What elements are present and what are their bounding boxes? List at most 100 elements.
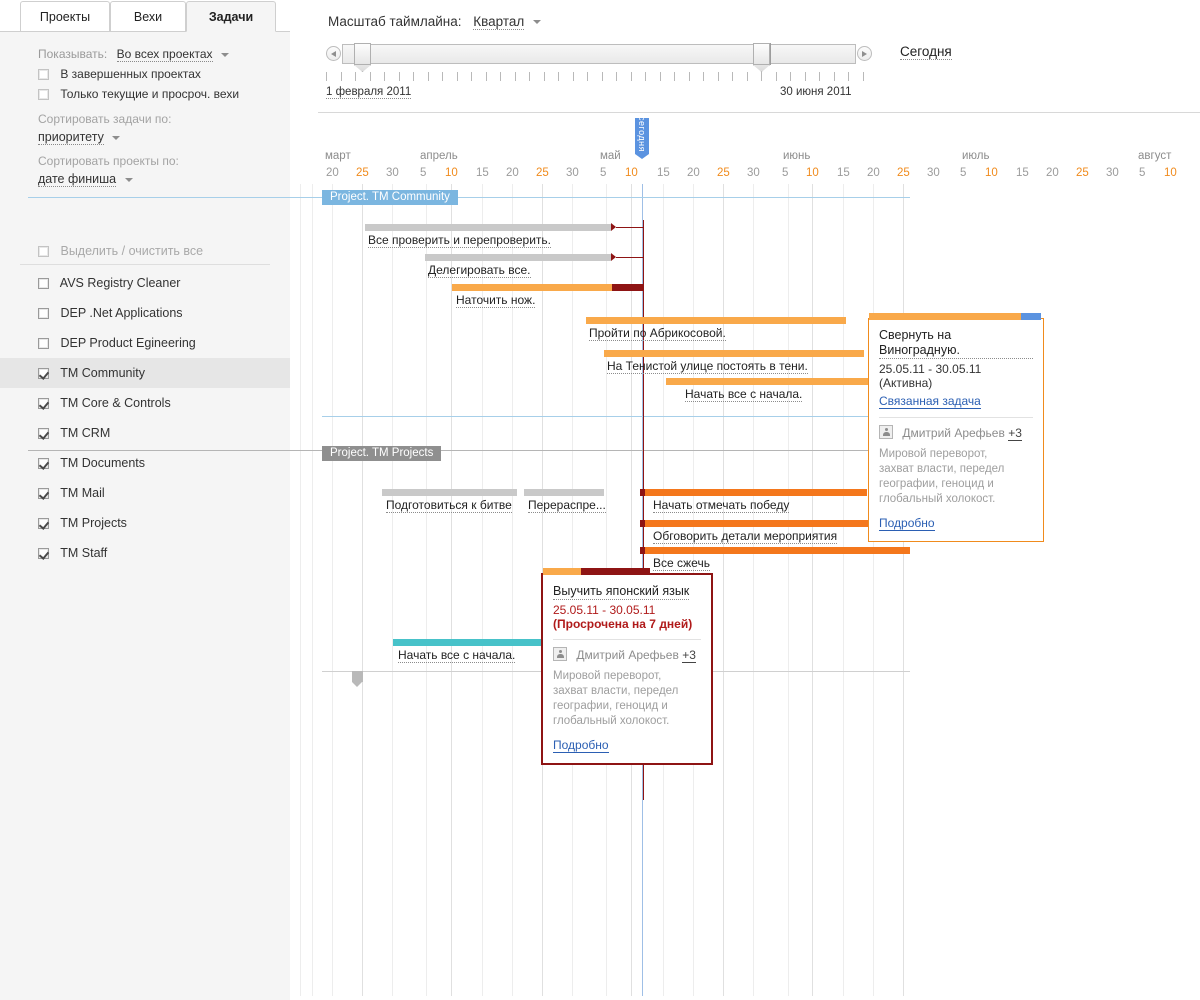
task-label[interactable]: Перераспре... [528, 498, 606, 513]
popup-details-link[interactable]: Подробно [879, 516, 935, 531]
task-label[interactable]: Начать отмечать победу [653, 498, 790, 513]
tab-bar: Проекты Вехи Задачи [0, 0, 290, 32]
popup-title[interactable]: Выучить японский язык [553, 584, 690, 600]
group-header-tm-community[interactable]: Project. TM Community [322, 190, 458, 205]
day-label: 25 [1076, 167, 1089, 179]
month-ruler: март апрель май июнь июль август [0, 150, 1171, 164]
tab-tasks[interactable]: Задачи [186, 1, 276, 32]
completed-projects-row[interactable]: В завершенных проектах [0, 64, 290, 84]
chevron-down-icon[interactable] [533, 20, 542, 25]
popup-assignee-more[interactable]: +3 [682, 648, 696, 663]
grid-line [300, 184, 301, 996]
day-label: 30 [386, 167, 399, 179]
tab-milestones[interactable]: Вехи [110, 1, 186, 31]
popup-dates: 25.05.11 - 30.05.11 [553, 603, 656, 617]
sort-tasks-value[interactable]: приоритету [38, 130, 104, 145]
task-label[interactable]: Все сжечь [653, 556, 710, 571]
slider-ticks [326, 72, 874, 82]
grid-line [426, 184, 427, 996]
task-label[interactable]: Все проверить и перепроверить. [368, 233, 552, 248]
day-label: 10 [445, 167, 458, 179]
today-marker-flag: сегодня [635, 116, 649, 159]
group-rule-community [28, 197, 910, 198]
day-ruler: 20 25 30 5 10 15 20 25 30 5 10 15 20 25 30 5 10 15 20 25 30 5… [0, 167, 1177, 181]
chevron-down-icon[interactable] [220, 52, 229, 57]
slider-left-arrow-button[interactable] [326, 46, 341, 61]
today-button[interactable]: Сегодня [900, 44, 952, 60]
slider-track[interactable] [342, 44, 856, 64]
task-label[interactable]: Пройти по Абрикосовой. [589, 326, 726, 341]
task-label[interactable]: Подготовиться к битве [386, 498, 512, 513]
show-filter-value[interactable]: Во всех проектах [116, 47, 213, 62]
current-milestones-row[interactable]: Только текущие и просроч. вехи [0, 84, 290, 104]
task-bar[interactable] [645, 520, 900, 527]
tab-projects[interactable]: Проекты [20, 1, 110, 31]
month-label: июль [962, 150, 990, 162]
task-label[interactable]: Наточить нож. [456, 293, 536, 308]
task-bar[interactable] [365, 224, 611, 231]
dependency-dot [640, 547, 645, 554]
grid-line [753, 184, 754, 996]
popup-bar-cap [543, 568, 581, 575]
day-label: 20 [326, 167, 339, 179]
group-rule-bottom [322, 416, 910, 417]
day-label: 15 [1016, 167, 1029, 179]
milestone-pin-icon[interactable] [352, 671, 363, 687]
task-bar[interactable] [393, 639, 550, 646]
popup-assignee-more[interactable]: +3 [1008, 426, 1022, 441]
range-start-date[interactable]: 1 февраля 2011 [326, 86, 412, 99]
slider-right-arrow-button[interactable] [857, 46, 872, 61]
header-divider [318, 112, 1200, 113]
task-bar-overdue-segment[interactable] [612, 284, 643, 291]
task-bar[interactable] [382, 489, 517, 496]
task-label[interactable]: Начать все с начала. [398, 648, 516, 663]
chevron-down-icon[interactable] [112, 135, 121, 140]
task-bar[interactable] [645, 547, 910, 554]
day-label: 15 [837, 167, 850, 179]
checkbox-completed-projects[interactable] [38, 69, 49, 80]
grid-line [312, 184, 313, 996]
popup-title[interactable]: Свернуть на Виноградную. [879, 328, 1033, 359]
range-slider[interactable] [326, 43, 872, 65]
timeline-scale-value[interactable]: Квартал [473, 14, 525, 30]
slider-handle-end[interactable] [753, 43, 770, 65]
dependency-line [616, 257, 643, 258]
month-label: апрель [420, 150, 458, 162]
task-bar[interactable] [586, 317, 846, 324]
popup-overdue-status: (Просрочена на 7 дней) [553, 617, 693, 631]
current-milestones-label: Только текущие и просроч. вехи [60, 87, 240, 101]
grid-line [843, 184, 844, 996]
group-header-tm-projects[interactable]: Project. TM Projects [322, 446, 442, 461]
day-label: 10 [1164, 167, 1177, 179]
grid-line [451, 184, 452, 996]
slider-handle-start[interactable] [354, 43, 371, 65]
task-label[interactable]: Делегировать все. [428, 263, 531, 278]
today-marker-label: сегодня [637, 116, 647, 152]
timeline-scale-label: Масштаб таймлайна: [328, 14, 462, 29]
day-label: 10 [625, 167, 638, 179]
day-label: 5 [782, 167, 789, 179]
popup-related-task-link[interactable]: Связанная задача [879, 394, 981, 409]
day-label: 20 [867, 167, 880, 179]
task-bar[interactable] [645, 489, 867, 496]
popup-bar-cap-end [1021, 313, 1041, 320]
task-bar[interactable] [425, 254, 611, 261]
day-label: 30 [566, 167, 579, 179]
task-bar[interactable] [452, 284, 612, 291]
dependency-dot [640, 520, 645, 527]
checkbox-current-milestones[interactable] [38, 89, 49, 100]
day-label: 30 [927, 167, 940, 179]
task-bar[interactable] [604, 350, 864, 357]
task-label[interactable]: Начать все с начала. [685, 387, 803, 402]
task-label[interactable]: На Тенистой улице постоять в тени. [607, 359, 808, 374]
task-bar[interactable] [524, 489, 604, 496]
popup-assignee: Дмитрий Арефьев +3 [553, 647, 701, 663]
day-label: 5 [420, 167, 427, 179]
day-label: 15 [476, 167, 489, 179]
popup-description: Мировой переворот, захват власти, переде… [553, 670, 679, 727]
popup-bar-cap [869, 313, 1021, 320]
task-label[interactable]: Обговорить детали мероприятия [653, 529, 838, 544]
group-rule-projects [28, 450, 910, 451]
popup-details-link[interactable]: Подробно [553, 738, 609, 753]
user-icon [553, 647, 567, 661]
